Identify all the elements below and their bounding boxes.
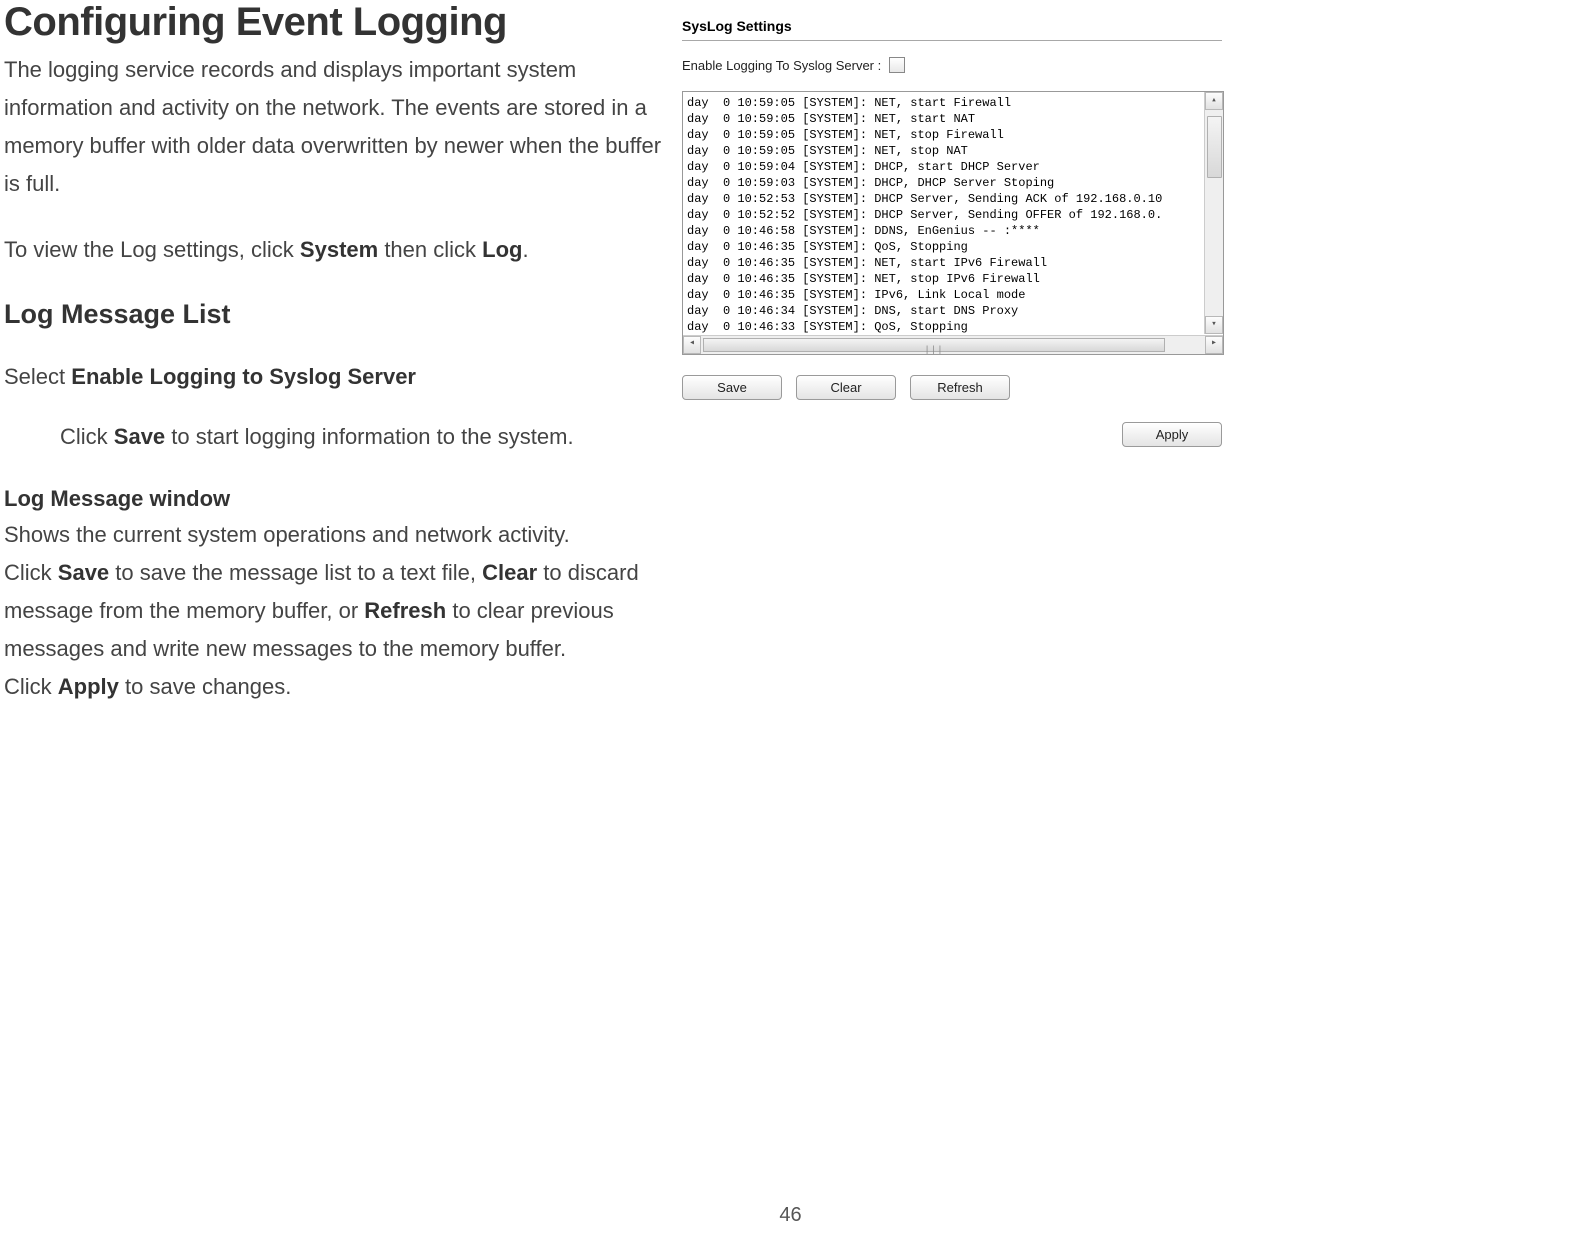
log-label: Log — [482, 237, 522, 262]
log-content: day 0 10:59:05 [SYSTEM]: NET, start Fire… — [683, 92, 1210, 338]
button-row: Save Clear Refresh — [682, 375, 1242, 400]
scroll-thumb[interactable] — [1207, 116, 1222, 178]
section-heading-log-message-window: Log Message window — [4, 486, 664, 512]
apply-desc: Click Apply to save changes. — [4, 668, 664, 706]
click-save-line: Click Save to start logging information … — [4, 418, 664, 456]
refresh-label: Refresh — [364, 598, 446, 623]
grip-icon: ||| — [924, 342, 943, 355]
window-buttons-desc: Click Save to save the message list to a… — [4, 554, 664, 668]
select-enable-line: Select Enable Logging to Syslog Server — [4, 358, 664, 396]
horizontal-scrollbar[interactable]: ◂ ||| ▸ — [683, 335, 1223, 354]
apply-button[interactable]: Apply — [1122, 422, 1222, 447]
log-textarea[interactable]: day 0 10:59:05 [SYSTEM]: NET, start Fire… — [682, 91, 1224, 355]
save-button[interactable]: Save — [682, 375, 782, 400]
system-label: System — [300, 237, 378, 262]
refresh-button[interactable]: Refresh — [910, 375, 1010, 400]
divider — [682, 40, 1222, 41]
text: then click — [378, 237, 482, 262]
enable-logging-checkbox[interactable] — [889, 57, 905, 73]
hscroll-track[interactable]: ||| — [701, 336, 1205, 354]
scroll-right-icon[interactable]: ▸ — [1205, 336, 1223, 354]
text: to save changes. — [119, 674, 291, 699]
text: Select — [4, 364, 71, 389]
window-desc: Shows the current system operations and … — [4, 516, 664, 554]
scroll-up-icon[interactable]: ▴ — [1205, 92, 1223, 110]
view-instructions: To view the Log settings, click System t… — [4, 231, 664, 269]
text: to start logging information to the syst… — [165, 424, 573, 449]
hscroll-thumb[interactable]: ||| — [703, 338, 1165, 352]
text: to save the message list to a text file, — [109, 560, 482, 585]
apply-label: Apply — [58, 674, 119, 699]
clear-label: Clear — [482, 560, 537, 585]
intro-paragraph: The logging service records and displays… — [4, 51, 664, 203]
scroll-left-icon[interactable]: ◂ — [683, 336, 701, 354]
enable-logging-label: Enable Logging To Syslog Server : — [682, 58, 881, 73]
section-heading-log-message-list: Log Message List — [4, 299, 664, 330]
scroll-down-icon[interactable]: ▾ — [1205, 316, 1223, 334]
save-label: Save — [58, 560, 109, 585]
vertical-scrollbar[interactable]: ▴ ▾ — [1204, 92, 1223, 334]
text: Click — [60, 424, 114, 449]
clear-button[interactable]: Clear — [796, 375, 896, 400]
panel-title: SysLog Settings — [682, 18, 1242, 34]
text: Click — [4, 560, 58, 585]
enable-logging-row: Enable Logging To Syslog Server : — [682, 57, 1242, 73]
syslog-settings-panel: SysLog Settings Enable Logging To Syslog… — [682, 18, 1242, 447]
text: Click — [4, 674, 58, 699]
save-label: Save — [114, 424, 165, 449]
text: To view the Log settings, click — [4, 237, 300, 262]
page-title: Configuring Event Logging — [4, 0, 664, 45]
text: . — [522, 237, 528, 262]
scroll-track[interactable] — [1205, 110, 1223, 316]
enable-logging-label: Enable Logging to Syslog Server — [71, 364, 416, 389]
page-number: 46 — [0, 1204, 1581, 1227]
